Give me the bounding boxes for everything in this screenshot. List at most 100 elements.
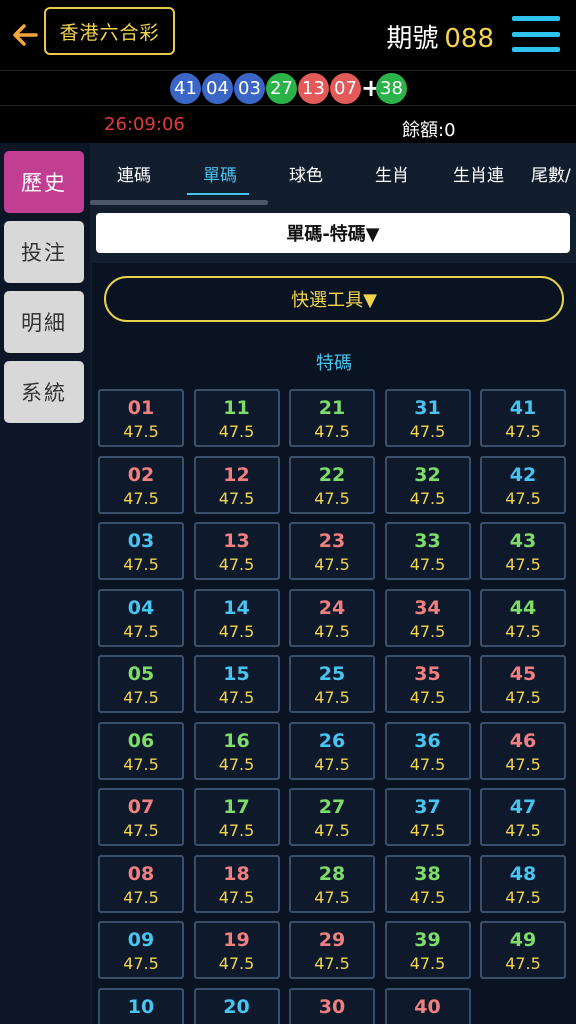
number-cell[interactable]: 48 47.5 bbox=[480, 854, 566, 913]
number-cell[interactable]: 15 47.5 bbox=[193, 655, 280, 713]
number-cell[interactable]: 16 47.5 bbox=[193, 721, 280, 780]
sidebar-item-history[interactable]: 歷史 bbox=[4, 151, 84, 213]
odds-label: 47.5 bbox=[314, 688, 350, 707]
number-cell[interactable]: 32 47.5 bbox=[384, 455, 471, 514]
number-cell[interactable]: 37 47.5 bbox=[384, 788, 471, 846]
number-cell[interactable]: 08 47.5 bbox=[98, 854, 184, 913]
number-cell[interactable]: 27 47.5 bbox=[289, 788, 375, 846]
number-label: 08 bbox=[127, 862, 155, 885]
number-cell[interactable]: 29 47.5 bbox=[289, 921, 375, 979]
odds-label: 47.5 bbox=[409, 422, 446, 441]
number-cell[interactable]: 01 47.5 bbox=[98, 389, 184, 447]
number-cell[interactable]: 47 47.5 bbox=[480, 788, 566, 846]
number-cell[interactable]: 40 bbox=[384, 987, 471, 1024]
number-cell[interactable]: 23 47.5 bbox=[289, 522, 375, 580]
odds-label: 47.5 bbox=[314, 954, 350, 973]
number-cell[interactable]: 24 47.5 bbox=[289, 588, 375, 647]
number-cell[interactable]: 20 bbox=[193, 987, 280, 1024]
hamburger-menu-icon[interactable] bbox=[512, 16, 560, 52]
period-display: 期號 088 bbox=[386, 18, 494, 55]
number-cell[interactable]: 25 47.5 bbox=[289, 655, 375, 713]
number-cell[interactable]: 36 47.5 bbox=[384, 721, 471, 780]
tab-zodiac-combo[interactable]: 生肖連 bbox=[453, 161, 504, 186]
tab-zodiac[interactable]: 生肖 bbox=[375, 161, 409, 186]
number-cell[interactable]: 10 bbox=[98, 987, 184, 1024]
number-cell[interactable]: 18 47.5 bbox=[193, 854, 280, 913]
odds-label: 47.5 bbox=[505, 754, 541, 774]
tab-ball-color[interactable]: 球色 bbox=[289, 161, 323, 186]
number-cell[interactable]: 19 47.5 bbox=[193, 921, 280, 979]
number-cell[interactable]: 41 47.5 bbox=[480, 389, 566, 447]
number-label: 34 bbox=[414, 596, 441, 619]
number-cell[interactable]: 07 47.5 bbox=[98, 788, 184, 846]
number-cell[interactable]: 42 47.5 bbox=[480, 455, 566, 514]
number-cell[interactable]: 49 47.5 bbox=[480, 921, 566, 979]
number-label: 02 bbox=[127, 463, 155, 486]
number-cell[interactable]: 28 47.5 bbox=[289, 854, 375, 913]
back-button[interactable] bbox=[6, 14, 44, 56]
quick-select-tool-button[interactable]: 快選工具▼ bbox=[104, 276, 564, 322]
number-cell[interactable]: 38 47.5 bbox=[384, 854, 471, 913]
number-cell[interactable]: 11 47.5 bbox=[193, 389, 280, 447]
number-cell[interactable]: 06 47.5 bbox=[98, 721, 184, 780]
number-cell[interactable]: 43 47.5 bbox=[480, 522, 566, 580]
number-cell[interactable]: 31 47.5 bbox=[384, 389, 471, 447]
odds-label: 47.5 bbox=[409, 954, 446, 973]
lottery-name-button[interactable]: 香港六合彩 bbox=[44, 7, 175, 55]
sidebar-item-bet[interactable]: 投注 bbox=[4, 221, 84, 283]
number-cell[interactable]: 46 47.5 bbox=[480, 721, 566, 780]
odds-label: 47.5 bbox=[123, 488, 159, 508]
number-label: 07 bbox=[127, 796, 155, 818]
result-ball: 13 bbox=[298, 72, 329, 104]
odds-label: 47.5 bbox=[409, 887, 446, 907]
number-cell[interactable]: 33 47.5 bbox=[384, 522, 471, 580]
bet-subtype-dropdown[interactable]: 單碼-特碼▼ bbox=[96, 213, 570, 253]
odds-label: 47.5 bbox=[218, 688, 255, 707]
number-cell[interactable]: 34 47.5 bbox=[384, 588, 471, 647]
section-title: 特碼 bbox=[316, 353, 352, 374]
odds-label: 47.5 bbox=[409, 821, 446, 840]
number-label: 14 bbox=[223, 596, 250, 619]
number-cell[interactable]: 12 47.5 bbox=[193, 455, 280, 514]
number-label: 12 bbox=[223, 463, 250, 486]
number-cell[interactable]: 04 47.5 bbox=[98, 588, 184, 647]
number-cell[interactable]: 13 47.5 bbox=[193, 522, 280, 580]
number-label: 25 bbox=[318, 663, 346, 685]
odds-label: 47.5 bbox=[314, 488, 350, 508]
number-cell[interactable]: 17 47.5 bbox=[193, 788, 280, 846]
number-label: 24 bbox=[318, 596, 346, 619]
number-label: 37 bbox=[414, 796, 441, 818]
number-cell[interactable]: 39 47.5 bbox=[384, 921, 471, 979]
number-cell[interactable]: 14 47.5 bbox=[193, 588, 280, 647]
odds-label: 47.5 bbox=[505, 621, 541, 641]
number-label: 03 bbox=[127, 530, 155, 552]
sidebar-item-system[interactable]: 系統 bbox=[4, 361, 84, 423]
app-header: 香港六合彩 期號 088 bbox=[0, 0, 576, 70]
tab-tail-number[interactable]: 尾數/ bbox=[531, 161, 571, 186]
tab-consecutive[interactable]: 連碼 bbox=[117, 161, 151, 186]
number-label: 49 bbox=[509, 929, 537, 951]
odds-label: 47.5 bbox=[218, 754, 255, 774]
odds-label: 47.5 bbox=[314, 821, 350, 840]
tab-single[interactable]: 單碼 bbox=[203, 161, 237, 186]
number-cell[interactable]: 26 47.5 bbox=[289, 721, 375, 780]
odds-label: 47.5 bbox=[123, 887, 159, 907]
number-label: 16 bbox=[223, 729, 250, 752]
number-cell[interactable]: 03 47.5 bbox=[98, 522, 184, 580]
sidebar-item-details[interactable]: 明細 bbox=[4, 291, 84, 353]
number-cell[interactable]: 35 47.5 bbox=[384, 655, 471, 713]
period-number: 088 bbox=[444, 24, 494, 54]
odds-label: 47.5 bbox=[218, 488, 255, 508]
number-cell[interactable]: 05 47.5 bbox=[98, 655, 184, 713]
tabs-scrollbar[interactable] bbox=[90, 200, 268, 205]
number-cell[interactable]: 30 bbox=[289, 987, 375, 1024]
number-label: 04 bbox=[127, 596, 155, 619]
last-draw-results: 41 04 03 27 13 07 +38 bbox=[0, 70, 576, 106]
number-cell[interactable]: 02 47.5 bbox=[98, 455, 184, 514]
number-cell[interactable]: 22 47.5 bbox=[289, 455, 375, 514]
number-cell[interactable]: 45 47.5 bbox=[480, 655, 566, 713]
odds-label: 47.5 bbox=[218, 422, 255, 441]
number-cell[interactable]: 09 47.5 bbox=[98, 921, 184, 979]
number-cell[interactable]: 44 47.5 bbox=[480, 588, 566, 647]
number-cell[interactable]: 21 47.5 bbox=[289, 389, 375, 447]
